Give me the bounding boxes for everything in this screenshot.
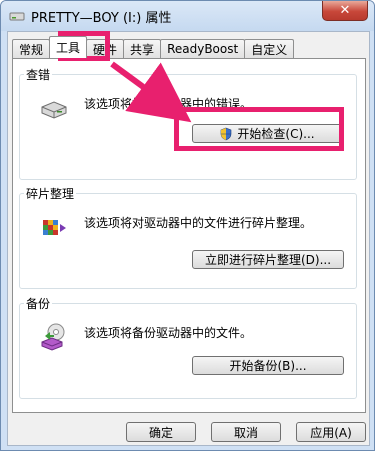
cancel-button[interactable]: 取消	[211, 422, 281, 442]
window-title: PRETTY—BOY (I:) 属性	[31, 11, 172, 26]
drive-icon	[9, 12, 25, 21]
defrag-group: 碎片整理 该选项将对驱动器中的文件进行碎片整理。 立即进行碎片整理(D)...	[19, 185, 357, 289]
tab-strip: 常规 工具 硬件 共享 ReadyBoost 自定义	[12, 36, 295, 59]
defrag-description: 该选项将对驱动器中的文件进行碎片整理。	[84, 216, 313, 230]
close-icon: ✕	[339, 3, 351, 18]
properties-window: PRETTY—BOY (I:) 属性 ✕ 常规 工具 硬件 共享 ReadyBo…	[0, 0, 375, 451]
hard-disk-icon	[41, 101, 67, 119]
tab-sharing[interactable]: 共享	[123, 39, 162, 58]
defrag-title: 碎片整理	[24, 185, 77, 202]
ok-button[interactable]: 确定	[126, 422, 196, 442]
error-check-title: 查错	[24, 66, 53, 83]
check-button-highlight	[174, 107, 344, 151]
tab-general[interactable]: 常规	[12, 39, 51, 58]
dialog-body: 常规 工具 硬件 共享 ReadyBoost 自定义 查错 该选项将检查驱动器中…	[7, 31, 370, 446]
tab-customize[interactable]: 自定义	[244, 39, 295, 58]
backup-group: 备份 该选项将备份驱动器中的文件。 开始备份(B)...	[19, 295, 357, 399]
start-backup-button[interactable]: 开始备份(B)...	[192, 356, 344, 375]
backup-icon	[41, 323, 65, 351]
defrag-button[interactable]: 立即进行碎片整理(D)...	[192, 250, 344, 269]
tab-tools[interactable]: 工具	[49, 36, 88, 58]
defrag-icon	[43, 220, 66, 235]
tab-readyboost[interactable]: ReadyBoost	[160, 39, 246, 58]
defrag-button-label: 立即进行碎片整理(D)...	[204, 253, 332, 267]
title-bar[interactable]: PRETTY—BOY (I:) 属性 ✕	[1, 1, 374, 31]
apply-button[interactable]: 应用(A)	[296, 422, 366, 442]
start-backup-label: 开始备份(B)...	[229, 359, 307, 373]
backup-description: 该选项将备份驱动器中的文件。	[84, 326, 253, 340]
close-button[interactable]: ✕	[322, 1, 368, 21]
backup-title: 备份	[24, 295, 53, 312]
